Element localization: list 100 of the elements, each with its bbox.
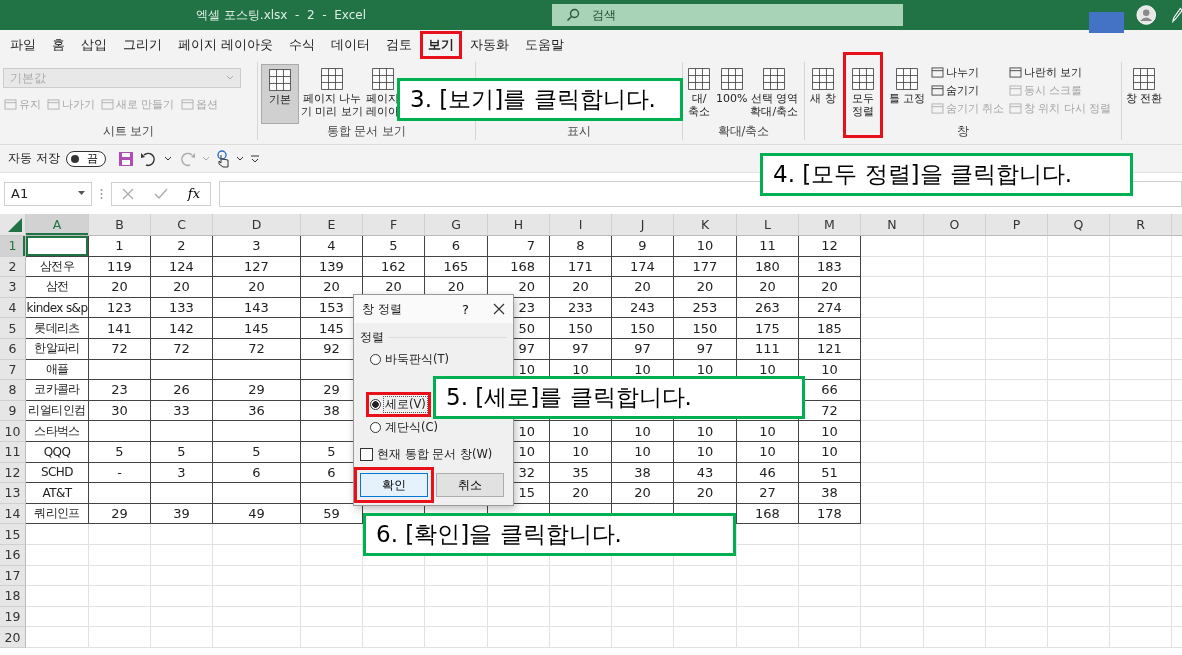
close-icon[interactable] <box>493 303 505 315</box>
customize-icon[interactable] <box>249 154 260 163</box>
column-header[interactable]: R <box>1110 214 1172 236</box>
radio-button[interactable] <box>370 354 381 365</box>
row-header[interactable]: 2 <box>0 256 26 278</box>
ribbon-tab[interactable]: 삽입 <box>73 31 115 59</box>
grid-icon <box>369 66 396 92</box>
column-header[interactable]: J <box>612 214 674 236</box>
row-header[interactable]: 16 <box>0 544 26 566</box>
ribbon-button[interactable]: 100% <box>715 64 749 124</box>
column-header[interactable]: Q <box>1048 214 1110 236</box>
ribbon-button[interactable]: 새 창 <box>808 64 838 124</box>
row-header[interactable]: 8 <box>0 380 26 401</box>
option-label[interactable]: 계단식(C) <box>384 420 439 435</box>
table-cell: 33 <box>151 400 213 422</box>
option-label[interactable]: 세로(V) <box>384 397 427 412</box>
dialog-button[interactable]: 취소 <box>436 473 504 497</box>
ribbon-button[interactable]: 나란히 보기 <box>1008 64 1113 81</box>
grid-icon <box>686 66 712 92</box>
active-cell[interactable] <box>26 236 89 257</box>
row-header[interactable]: 10 <box>0 421 26 442</box>
option-label[interactable]: 바둑판식(T) <box>384 352 450 367</box>
ribbon-tab[interactable]: 데이터 <box>323 31 379 59</box>
toggle-switch[interactable]: 끔 <box>65 150 106 167</box>
caret-icon[interactable] <box>235 155 244 162</box>
column-header[interactable]: L <box>737 214 799 236</box>
column-header[interactable]: C <box>151 214 213 236</box>
column-header[interactable]: F <box>363 214 425 236</box>
radio-button[interactable] <box>370 422 381 433</box>
row-header[interactable]: 19 <box>0 606 26 628</box>
ribbon-tab[interactable]: 파일 <box>2 31 44 59</box>
row-header[interactable]: 4 <box>0 297 26 319</box>
touch-icon[interactable] <box>215 149 230 168</box>
checkbox[interactable] <box>360 448 373 461</box>
corner-header[interactable] <box>0 214 26 236</box>
column-header[interactable]: K <box>674 214 737 236</box>
drag-handle-icon[interactable] <box>100 187 103 200</box>
column-header[interactable]: A <box>26 214 89 236</box>
ribbon-tab[interactable]: 홈 <box>44 31 73 59</box>
ribbon-button[interactable]: 기본 <box>261 64 299 124</box>
ribbon-tab[interactable]: 보기 <box>420 31 463 59</box>
undo-icon[interactable] <box>139 150 158 167</box>
table-cell <box>1110 338 1172 360</box>
column-header[interactable]: N <box>861 214 924 236</box>
ribbon-tab[interactable]: 그리기 <box>115 31 170 59</box>
ribbon-tab[interactable]: 자동화 <box>462 31 518 59</box>
avatar-icon[interactable] <box>1136 4 1157 26</box>
radio-button[interactable] <box>370 399 381 410</box>
row-header[interactable]: 14 <box>0 503 26 525</box>
row-header[interactable]: 6 <box>0 338 26 360</box>
ribbon-tab[interactable]: 페이지 레이아웃 <box>170 31 282 59</box>
ribbon-button[interactable]: 창 전환 <box>1125 64 1164 124</box>
row-header[interactable]: 3 <box>0 277 26 298</box>
column-header[interactable]: H <box>488 214 550 236</box>
column-header[interactable]: P <box>986 214 1048 236</box>
check-icon[interactable] <box>153 187 168 200</box>
help-button[interactable]: ? <box>462 301 469 317</box>
column-header[interactable]: G <box>425 214 488 236</box>
row-header[interactable]: 5 <box>0 318 26 339</box>
ribbon-button[interactable]: 선택 영역 확대/축소 <box>749 64 800 124</box>
dialog-button[interactable]: 확인 <box>360 473 428 497</box>
column-header[interactable]: I <box>550 214 612 236</box>
name-box[interactable]: A1 <box>4 181 92 206</box>
row-header[interactable]: 11 <box>0 441 26 463</box>
ribbon-tab[interactable]: 수식 <box>281 31 324 59</box>
column-header[interactable]: O <box>924 214 986 236</box>
ribbon-button[interactable]: 대/ 축소 <box>684 64 714 124</box>
table-cell <box>550 565 612 587</box>
select-all-icon[interactable] <box>7 217 23 233</box>
row-header[interactable]: 20 <box>0 627 26 648</box>
search-field[interactable]: 검색 <box>552 4 903 26</box>
caret-icon[interactable] <box>163 155 172 162</box>
table-cell <box>301 565 363 587</box>
ribbon-tab[interactable]: 검토 <box>378 31 421 59</box>
column-header[interactable]: D <box>213 214 301 236</box>
column-header[interactable]: M <box>799 214 861 236</box>
pen-icon[interactable] <box>1170 6 1182 24</box>
row-header[interactable]: 12 <box>0 462 26 484</box>
table-cell <box>1048 627 1110 648</box>
row-header[interactable]: 1 <box>0 236 26 257</box>
table-cell: 10 <box>799 421 861 442</box>
row-header[interactable]: 7 <box>0 359 26 381</box>
ribbon-button[interactable]: 틀 고정 <box>888 64 927 124</box>
table-cell: 5 <box>89 441 151 463</box>
ribbon-button[interactable]: 페이지 나누 기 미리 보기 <box>300 64 364 124</box>
row-header[interactable]: 17 <box>0 565 26 587</box>
row-header[interactable]: 15 <box>0 524 26 545</box>
ribbon-tab[interactable]: 도움말 <box>517 31 573 59</box>
ribbon-button[interactable]: 숨기기 <box>929 82 1005 99</box>
table-cell: 123 <box>89 297 151 319</box>
row-header[interactable]: 13 <box>0 483 26 504</box>
row-header[interactable]: 9 <box>0 400 26 422</box>
column-header[interactable]: E <box>301 214 363 236</box>
table-cell <box>363 606 425 628</box>
ribbon-button[interactable]: 나누기 <box>929 64 1005 81</box>
insert-function-button[interactable]: fx <box>187 186 200 201</box>
column-header[interactable]: B <box>89 214 151 236</box>
save-icon[interactable] <box>117 150 134 167</box>
row-header[interactable]: 18 <box>0 586 26 607</box>
ribbon-button[interactable]: 모두 정렬 <box>848 64 878 124</box>
